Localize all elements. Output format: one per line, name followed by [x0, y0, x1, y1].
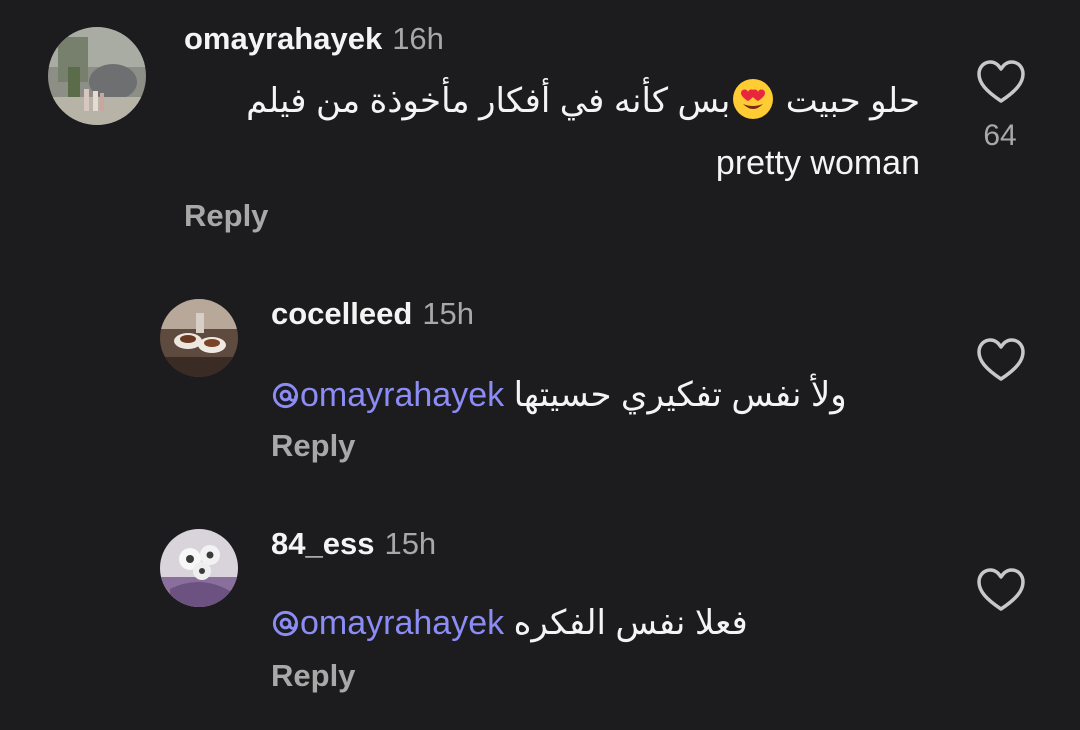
- comment-text: @omayrahayek فعلا نفس الفكره: [271, 580, 748, 650]
- avatar-photo: [160, 529, 238, 607]
- heart-eyes-emoji: [732, 78, 774, 120]
- username[interactable]: omayrahayek: [184, 21, 382, 56]
- mention-link[interactable]: @omayrahayek: [271, 604, 514, 642]
- username[interactable]: 84_ess: [271, 526, 374, 561]
- comment-text: حلو حبيت بس كأنه في أفكار مأخوذة من فيلم: [246, 74, 920, 128]
- timestamp: 15h: [384, 526, 437, 561]
- comment-text-start: حلو حبيت: [785, 82, 920, 120]
- comment-text-body: فعلا نفس الفكره: [513, 604, 748, 642]
- avatar-photo: [160, 299, 238, 377]
- comment-text-end: بس كأنه في أفكار مأخوذة من فيلم: [246, 82, 731, 120]
- avatar[interactable]: [160, 299, 238, 377]
- reply-button[interactable]: Reply: [271, 658, 355, 694]
- like-count: 64: [983, 119, 1017, 152]
- comment-meta: omayrahayek 16h: [184, 21, 444, 57]
- like-button[interactable]: [976, 337, 1026, 383]
- heart-outline-icon: [977, 568, 1025, 611]
- heart-outline-icon: [977, 338, 1025, 381]
- reply-button[interactable]: Reply: [184, 198, 268, 234]
- comment-text-body: ولأ نفس تفكيري حسيتها: [513, 376, 847, 414]
- comment-meta: cocelleed 15h: [271, 296, 474, 332]
- like-button[interactable]: [976, 567, 1026, 613]
- timestamp: 16h: [392, 21, 444, 56]
- mention-link[interactable]: @omayrahayek: [271, 376, 514, 414]
- comment-text-line2: pretty woman: [715, 144, 920, 182]
- timestamp: 15h: [422, 296, 475, 331]
- avatar[interactable]: [160, 529, 238, 607]
- username[interactable]: cocelleed: [271, 296, 412, 331]
- avatar-photo: [48, 27, 146, 125]
- mention-username: @omayrahayek: [300, 604, 505, 642]
- avatar[interactable]: [48, 27, 146, 125]
- reply-button[interactable]: Reply: [271, 428, 355, 464]
- heart-outline-icon: [977, 60, 1025, 103]
- like-button[interactable]: [976, 59, 1026, 105]
- comment-text: @omayrahayek ولأ نفس تفكيري حسيتها: [271, 352, 847, 422]
- comment-meta: 84_ess 15h: [271, 526, 436, 562]
- mention-username: @omayrahayek: [300, 376, 505, 414]
